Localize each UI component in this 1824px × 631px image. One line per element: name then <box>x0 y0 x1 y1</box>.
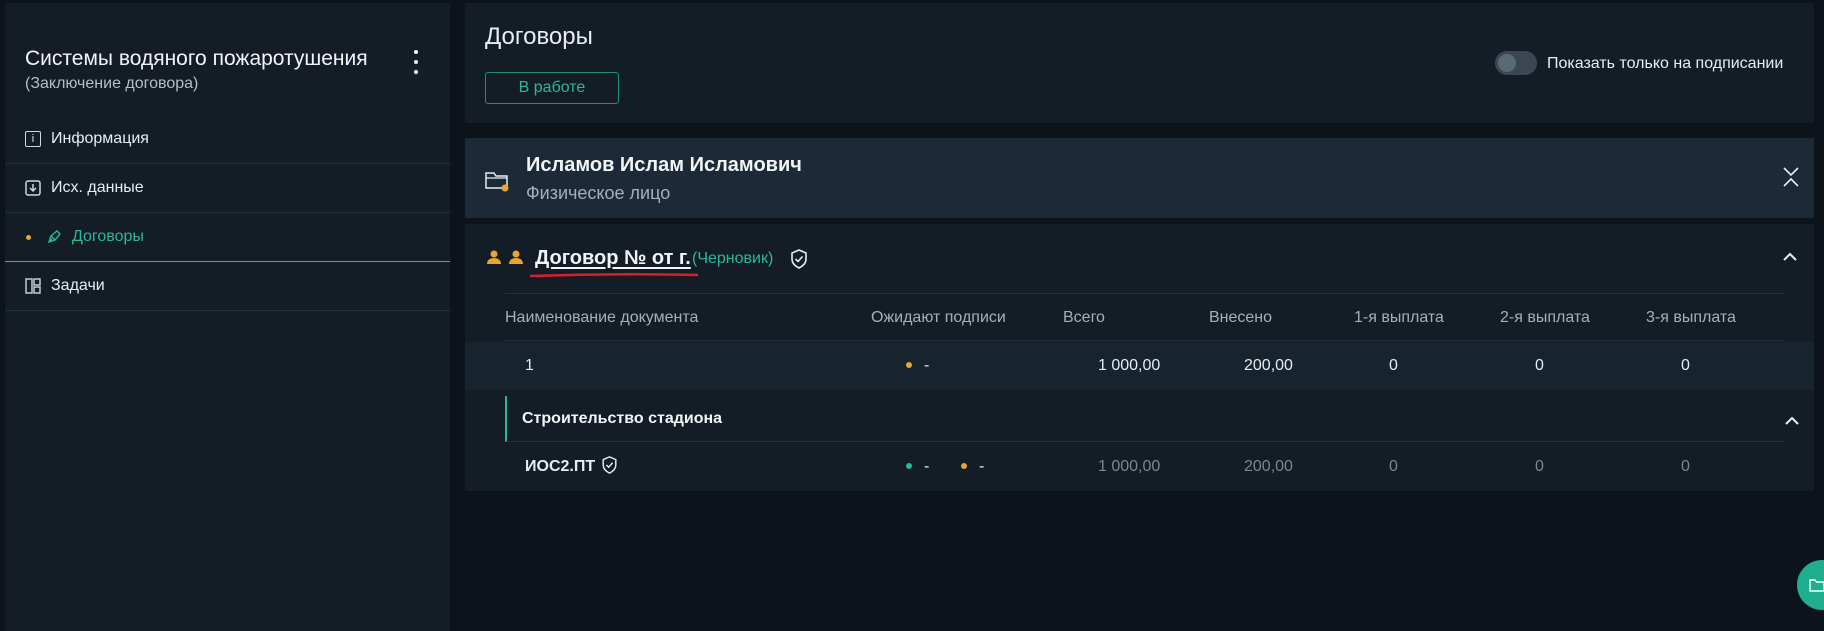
total-amount: 1 000,00 <box>1098 458 1161 475</box>
payment-2: 0 <box>1535 458 1544 475</box>
sidebar-item-label: Информация <box>51 130 149 147</box>
contract-title-link[interactable]: Договор № от г. <box>535 247 691 270</box>
awaiting-signatures-b: - <box>961 458 984 476</box>
sidebar-item-contracts[interactable]: Договоры <box>5 213 450 262</box>
table-header: Наименование документа Ожидают подписи В… <box>505 293 1784 341</box>
status-filter-button[interactable]: В работе <box>485 72 619 104</box>
signed-dot <box>906 462 912 469</box>
page-title: Договоры <box>485 23 593 50</box>
signing-only-toggle[interactable] <box>1495 51 1537 75</box>
column-header: Внесено <box>1209 309 1273 326</box>
kebab-menu-icon[interactable] <box>411 50 421 74</box>
toggle-label: Показать только на подписании <box>1547 55 1784 72</box>
app-root: Системы водяного пожаротушения (Заключен… <box>0 0 1824 631</box>
awaiting-signatures: - <box>906 357 929 375</box>
chevron-up-icon[interactable] <box>1784 414 1800 426</box>
sidebar-item-label: Задачи <box>51 277 105 294</box>
contract-status: (Черновик) <box>692 250 774 267</box>
payment-3: 0 <box>1681 458 1690 475</box>
paid-amount: 200,00 <box>1244 357 1293 374</box>
table-row[interactable]: ИОС2.ПТ - - 1 000,00 200,00 0 0 0 <box>465 443 1814 491</box>
signers-icons <box>486 249 524 265</box>
awaiting-signatures-a: - <box>906 458 929 476</box>
annotation-underline <box>529 272 699 278</box>
person-icon <box>487 250 501 264</box>
column-header: Наименование документа <box>505 309 699 326</box>
column-header: Ожидают подписи <box>871 309 1006 326</box>
active-indicator <box>26 234 31 240</box>
payment-1: 0 <box>1389 458 1398 475</box>
payment-2: 0 <box>1535 357 1544 374</box>
total-amount: 1 000,00 <box>1098 357 1161 374</box>
folder-icon <box>1809 579 1824 592</box>
sidebar-item-source-data[interactable]: Исх. данные <box>5 164 450 213</box>
toggle-knob <box>1498 54 1516 72</box>
payment-3: 0 <box>1681 357 1690 374</box>
pending-dot <box>906 361 912 368</box>
chevron-up-icon[interactable] <box>1782 250 1798 262</box>
doc-name: ИОС2.ПТ <box>525 456 618 476</box>
pen-icon <box>46 229 62 245</box>
shield-check-icon <box>791 249 807 269</box>
person-icon <box>509 250 523 264</box>
project-title: Системы водяного пожаротушения <box>25 47 368 70</box>
client-name: Исламов Ислам Исламович <box>526 154 802 176</box>
sidebar: Системы водяного пожаротушения (Заключен… <box>5 3 450 631</box>
contracts-header: Договоры В работе Показать только на под… <box>465 3 1814 123</box>
table-row[interactable]: 1 - 1 000,00 200,00 0 0 0 <box>465 342 1814 390</box>
client-type: Физическое лицо <box>526 183 671 203</box>
sidebar-item-label: Исх. данные <box>51 179 144 196</box>
column-header: Всего <box>1063 309 1105 326</box>
column-header: 3-я выплата <box>1646 309 1736 326</box>
board-icon <box>25 278 41 294</box>
column-header: 2-я выплата <box>1500 309 1590 326</box>
subsection-header[interactable]: Строительство стадиона <box>505 396 1799 442</box>
info-icon: i <box>25 131 41 147</box>
column-header: 1-я выплата <box>1354 309 1444 326</box>
download-icon <box>25 180 41 196</box>
subsection-title: Строительство стадиона <box>522 410 723 427</box>
sidebar-item-label: Договоры <box>72 228 144 245</box>
sidebar-nav: i Информация Исх. данные Договоры Задачи <box>5 115 450 311</box>
sidebar-item-tasks[interactable]: Задачи <box>5 262 450 311</box>
contract-block: Договор № от г. (Черновик) Наименование … <box>465 224 1814 491</box>
payment-1: 0 <box>1389 357 1398 374</box>
collapse-icon[interactable] <box>1782 166 1800 188</box>
sidebar-item-info[interactable]: i Информация <box>5 115 450 164</box>
client-card[interactable]: Исламов Ислам Исламович Физическое лицо <box>465 138 1814 218</box>
shield-check-icon <box>602 456 617 474</box>
folder-icon <box>485 172 509 192</box>
project-subtitle: (Заключение договора) <box>25 75 199 92</box>
pending-dot <box>961 462 967 469</box>
floating-folder-button[interactable] <box>1797 560 1824 610</box>
doc-name: 1 <box>525 357 534 374</box>
paid-amount: 200,00 <box>1244 458 1293 475</box>
